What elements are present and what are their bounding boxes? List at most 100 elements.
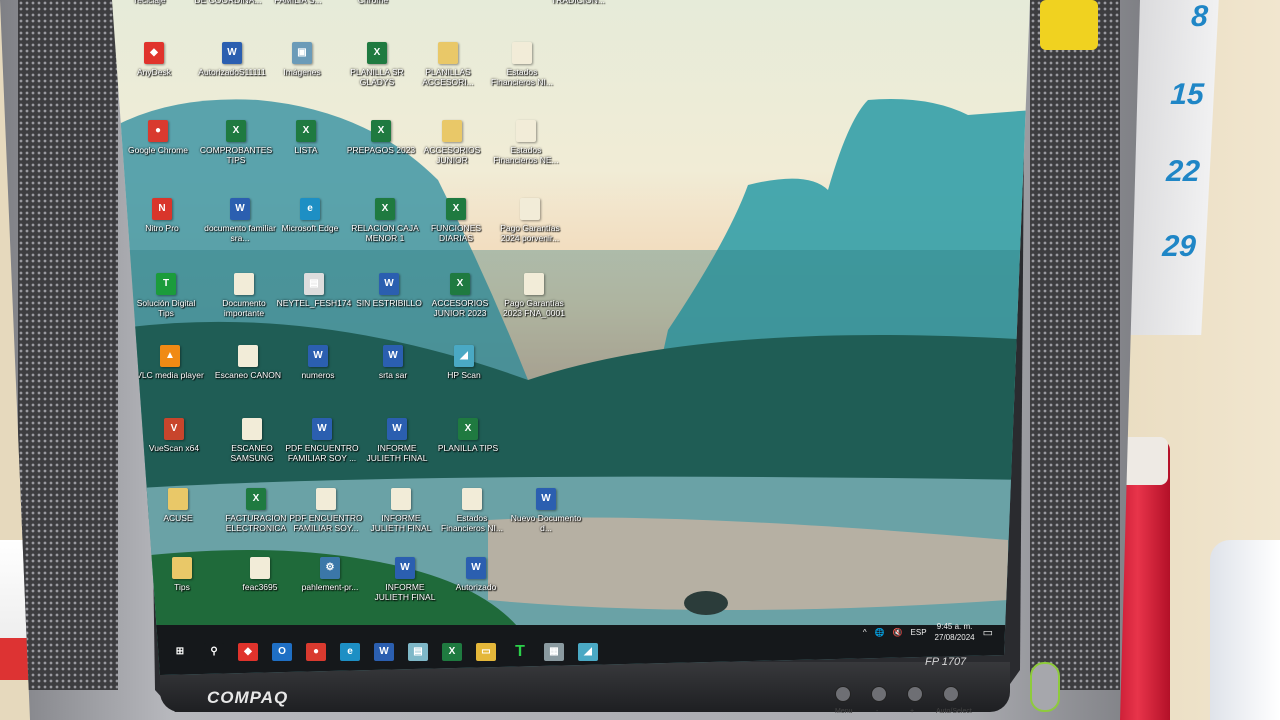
taskbar-anydesk-icon[interactable]: ◆: [238, 643, 258, 661]
desktop-icon[interactable]: W PDF ENCUENTRO FAMILIAR SOY ...: [284, 418, 360, 463]
taskbar-outlook-icon[interactable]: O: [272, 643, 292, 661]
desktop-icon[interactable]: W Nuevo Documento d...: [508, 488, 584, 533]
desktop-icon[interactable]: INFORME JULIETH FINAL: [363, 488, 439, 533]
desktop-icon[interactable]: X COMPROBANTES TIPS: [198, 120, 274, 165]
file-icon: [512, 42, 532, 64]
network-globe-icon[interactable]: 🌐: [875, 628, 885, 637]
monitor-buttons: [835, 686, 959, 702]
desktop-icon-label: Nitro Pro: [145, 223, 179, 233]
desktop-icon-label: ACCESORIOS JUNIOR 2023: [431, 298, 489, 318]
desktop-icon[interactable]: ▤ NEYTEL_FESH174: [276, 273, 352, 308]
button-label: Menu: [835, 708, 853, 715]
desktop-icon[interactable]: Pago Garantías 2023 FNA_0001: [496, 273, 572, 318]
desktop-icon-label: Autorizado: [455, 582, 497, 592]
plus-button[interactable]: [907, 686, 923, 702]
desktop-icon[interactable]: PDF ENCUENTRO FAMILIAR SOY...: [288, 488, 364, 533]
folder-icon: [168, 488, 188, 510]
speaker-muted-icon[interactable]: 🔇: [893, 628, 903, 637]
desktop-icon[interactable]: feac3695: [222, 557, 298, 592]
desktop-icon-label: INFORME JULIETH FINAL: [374, 582, 436, 602]
desktop-icon[interactable]: FAMILIA S...: [260, 0, 336, 5]
word-icon: W: [379, 273, 399, 295]
desktop-icon[interactable]: ● Google Chrome: [120, 120, 196, 155]
desktop-icon[interactable]: X PREPAGOS 2023: [343, 120, 419, 155]
desktop-icon[interactable]: Estados Financieros NI...: [484, 42, 560, 87]
desktop-icon[interactable]: ACCESORIOS JUNIOR: [414, 120, 490, 165]
desktop-icon-label: PLANILLA SR GLADYS: [350, 67, 404, 87]
vuescan-icon: V: [164, 418, 184, 440]
desktop-icon[interactable]: Estados Financieros NI...: [434, 488, 510, 533]
desktop-icon[interactable]: X PLANILLA SR GLADYS: [339, 42, 415, 87]
button-label: Auto/Select: [936, 708, 972, 715]
desktop-icon[interactable]: W AutorizadoS11111: [194, 42, 270, 77]
desktop-icon[interactable]: W INFORME JULIETH FINAL: [367, 557, 443, 602]
word-icon: W: [230, 198, 250, 220]
desktop-icon[interactable]: Wdocumento familiar sra...: [202, 198, 278, 243]
calendar-day: 15: [1169, 78, 1205, 111]
desktop-icon[interactable]: Pago Garantías 2024 porvenir...: [492, 198, 568, 243]
desktop-icon[interactable]: W SIN ESTRIBILLO: [351, 273, 427, 308]
calendar-day: 22: [1165, 155, 1201, 188]
desktop-icon[interactable]: ACUSE: [140, 488, 216, 523]
taskbar-edge-icon[interactable]: e: [340, 643, 360, 661]
power-button[interactable]: [1030, 662, 1060, 712]
excel-icon: X: [375, 198, 395, 220]
desktop-icon[interactable]: reciclaje: [112, 0, 188, 5]
desktop-icon[interactable]: Estados Financieros NE...: [488, 120, 564, 165]
clock[interactable]: 9:45 a. m. 27/08/2024: [935, 621, 975, 643]
desktop-icon[interactable]: W Autorizado: [438, 557, 514, 592]
desktop-icon[interactable]: ⚙ pahlement-pr...: [292, 557, 368, 592]
auto-select-button[interactable]: [943, 686, 959, 702]
desktop-icon[interactable]: Wsrta sar: [355, 345, 431, 380]
taskbar-solucion-digital-icon[interactable]: T: [510, 643, 530, 661]
desktop-icon[interactable]: TRADICION...: [540, 0, 616, 5]
notification-center-icon[interactable]: ▭: [983, 626, 993, 639]
desktop-icon-label: Chrome: [357, 0, 389, 5]
taskbar-hp-scan-icon[interactable]: ◢: [578, 643, 598, 661]
minus-button[interactable]: [871, 686, 887, 702]
taskbar-file-explorer-icon[interactable]: ▭: [476, 643, 496, 661]
desktop-icon[interactable]: X PLANILLA TIPS: [430, 418, 506, 453]
desktop-icon[interactable]: DE COORDINA...: [190, 0, 266, 5]
desktop-icon[interactable]: Escaneo CANON: [210, 345, 286, 380]
desktop-icon[interactable]: ▲ VLC media player: [132, 345, 208, 380]
language-indicator[interactable]: ESP: [911, 628, 927, 637]
word-icon: W: [222, 42, 242, 64]
desktop-icon[interactable]: ●Chrome: [335, 0, 411, 5]
desktop-icon-label: PDF ENCUENTRO FAMILIAR SOY ...: [285, 443, 359, 463]
desktop-icon[interactable]: X LISTA: [268, 120, 344, 155]
desktop-icon[interactable]: ◆ AnyDesk: [116, 42, 192, 77]
desktop-icon[interactable]: ▣ Imágenes: [264, 42, 340, 77]
desktop-icon[interactable]: W INFORME JULIETH FINAL: [359, 418, 435, 463]
desktop-icon[interactable]: Wnumeros: [280, 345, 356, 380]
file-icon: [242, 418, 262, 440]
desktop-icon[interactable]: e Microsoft Edge: [272, 198, 348, 233]
taskbar-notepad-icon[interactable]: ▤: [408, 643, 428, 661]
desktop-icon[interactable]: X FACTURACION ELECTRONICA: [218, 488, 294, 533]
edge-icon: e: [300, 198, 320, 220]
desktop-icon[interactable]: N Nitro Pro: [124, 198, 200, 233]
clock-time: 9:45 a. m.: [936, 622, 973, 631]
taskbar-word-icon[interactable]: W: [374, 643, 394, 661]
desktop-icon[interactable]: ESCANEO SAMSUNG: [214, 418, 290, 463]
desktop-icon[interactable]: Tips: [144, 557, 220, 592]
desktop-icon[interactable]: ◢ HP Scan: [426, 345, 502, 380]
desktop-icon-label: DE COORDINA...: [194, 0, 262, 5]
show-hidden-icons-chevron[interactable]: ^: [863, 628, 867, 637]
taskbar-search-icon[interactable]: ⚲: [204, 643, 224, 661]
desktop-icon[interactable]: X FUNCIONES DIARIAS: [418, 198, 494, 243]
taskbar-start-icon[interactable]: ⊞: [170, 643, 190, 661]
desktop-icon[interactable]: Documento importante: [206, 273, 282, 318]
menu-button[interactable]: [835, 686, 851, 702]
desktop-icon[interactable]: T Solución Digital Tips: [128, 273, 204, 318]
desktop-icon-label: Documento importante: [222, 298, 266, 318]
taskbar-scanner-app-icon[interactable]: ▦: [544, 643, 564, 661]
desktop-icon[interactable]: X RELACION CAJA MENOR 1: [347, 198, 423, 243]
word-icon: W: [308, 345, 328, 367]
desktop-icon-label: numeros: [301, 370, 335, 380]
taskbar-excel-icon[interactable]: X: [442, 643, 462, 661]
desktop-icon[interactable]: V VueScan x64: [136, 418, 212, 453]
desktop-icon[interactable]: PLANILLAS ACCESORI...: [410, 42, 486, 87]
desktop-icon[interactable]: X ACCESORIOS JUNIOR 2023: [422, 273, 498, 318]
taskbar-chrome-icon[interactable]: ●: [306, 643, 326, 661]
